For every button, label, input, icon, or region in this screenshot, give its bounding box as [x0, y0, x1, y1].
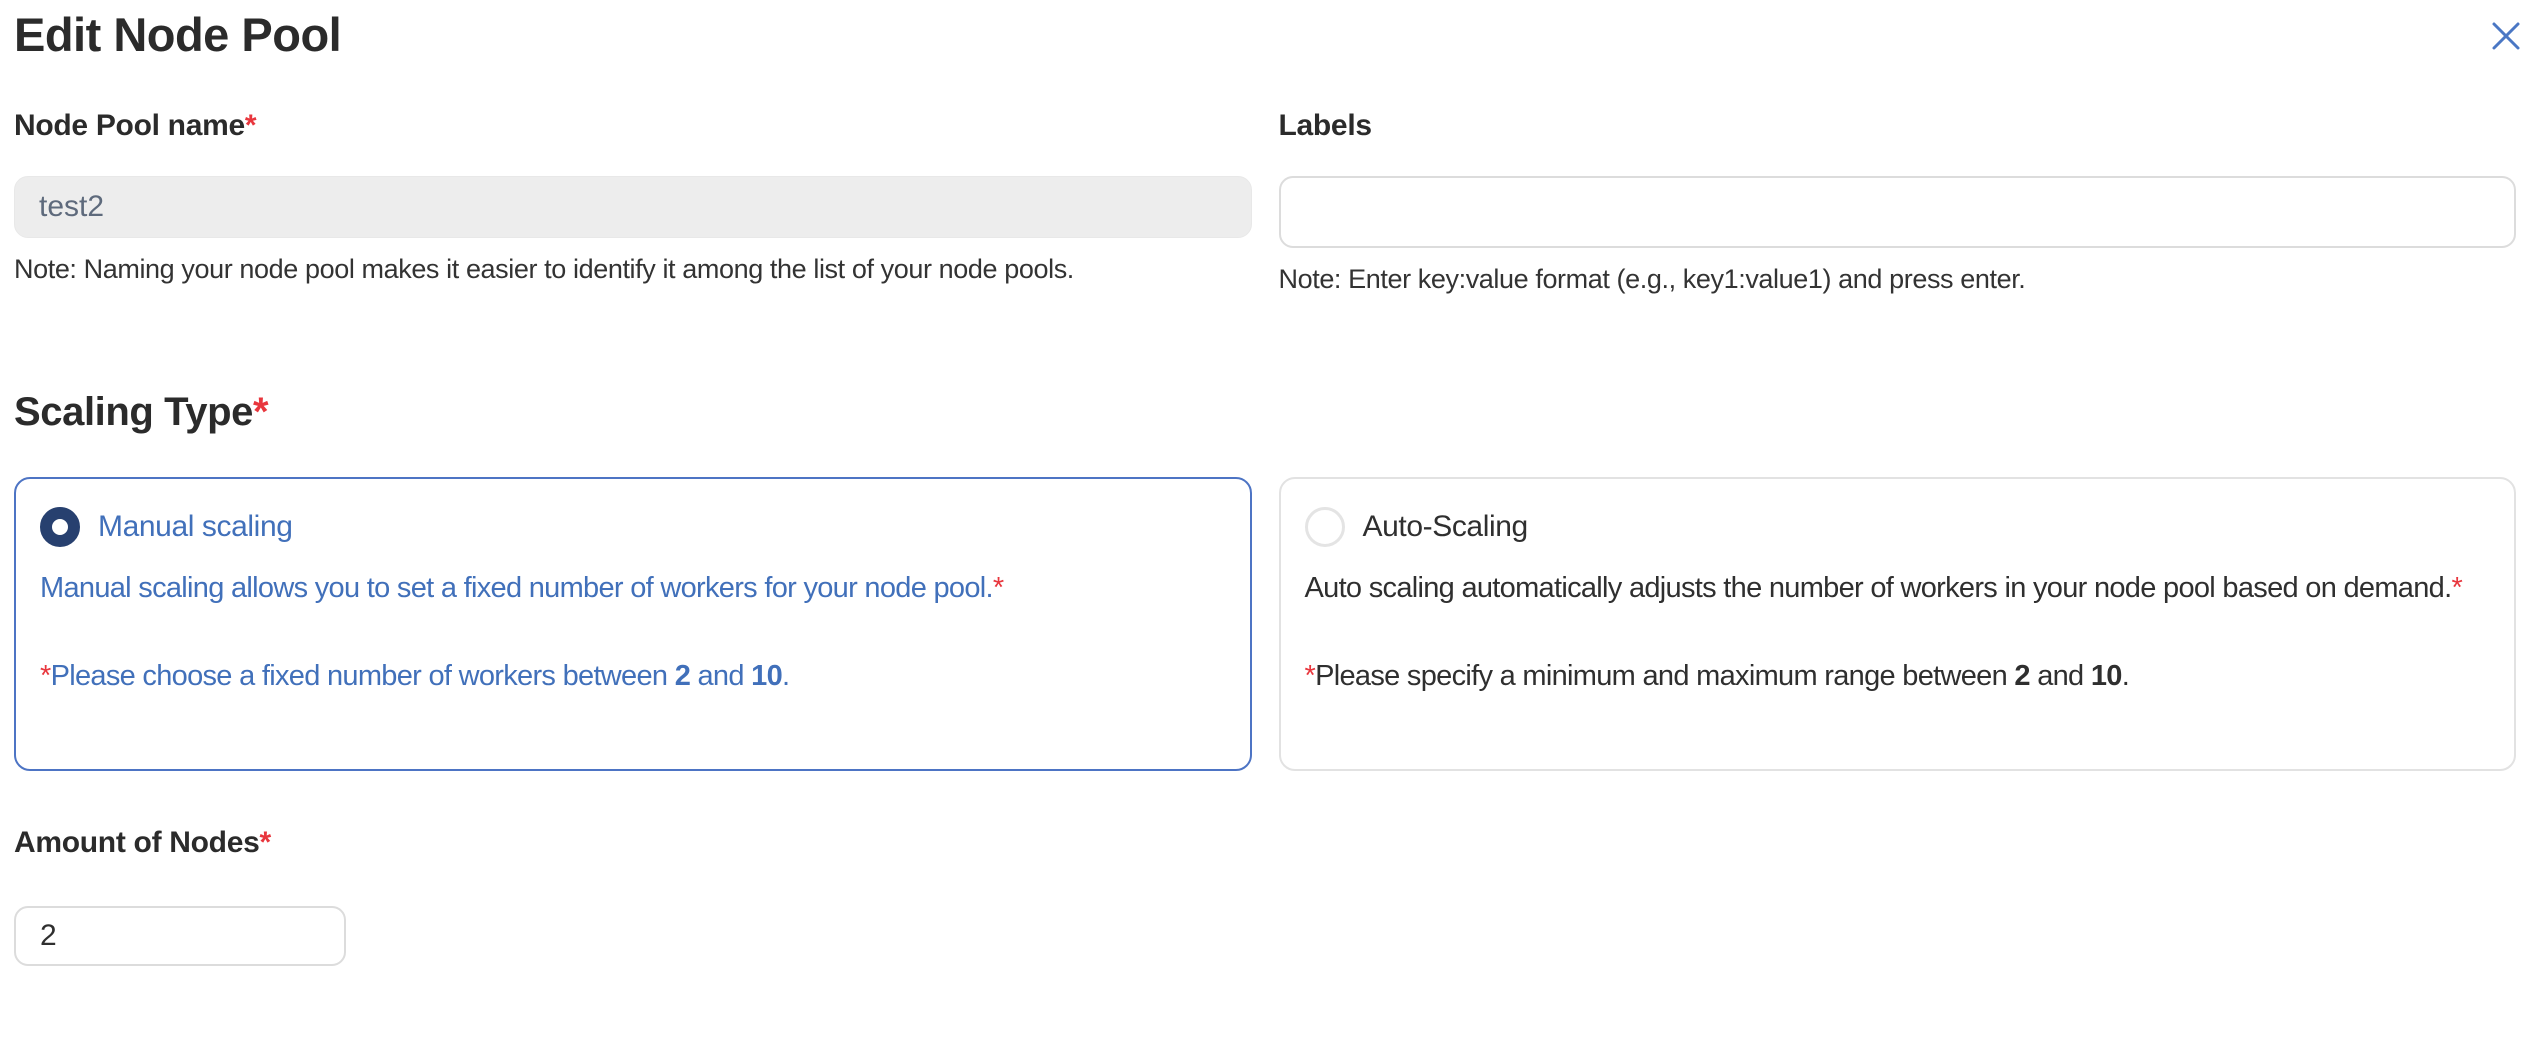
auto-scaling-radio-label: Auto-Scaling	[1363, 507, 1528, 547]
required-asterisk: *	[1305, 660, 1316, 692]
labels-note: Note: Enter key:value format (e.g., key1…	[1279, 262, 2517, 296]
node-pool-name-input[interactable]	[14, 176, 1252, 238]
close-button[interactable]	[2486, 16, 2526, 56]
required-asterisk: *	[259, 826, 270, 859]
max-range-value: 10	[2091, 660, 2122, 692]
required-asterisk: *	[40, 660, 51, 692]
labels-field: Labels Note: Enter key:value format (e.g…	[1279, 108, 2517, 296]
scaling-options-row: Manual scaling Manual scaling allows you…	[14, 477, 2516, 771]
max-workers-value: 10	[751, 660, 782, 692]
manual-scaling-radio-label: Manual scaling	[98, 507, 293, 547]
manual-scaling-radio-row: Manual scaling	[40, 507, 1220, 547]
min-workers-value: 2	[675, 660, 690, 692]
required-asterisk: *	[993, 572, 1004, 604]
labels-label: Labels	[1279, 108, 2517, 144]
required-asterisk: *	[2451, 572, 2462, 604]
required-asterisk: *	[245, 109, 256, 142]
manual-scaling-constraint: *Please choose a fixed number of workers…	[40, 654, 1220, 698]
amount-of-nodes-input[interactable]	[14, 906, 346, 966]
page-title: Edit Node Pool	[14, 8, 2516, 62]
node-pool-name-field: Node Pool name* Note: Naming your node p…	[14, 108, 1252, 296]
required-asterisk: *	[253, 390, 268, 434]
manual-scaling-description: Manual scaling allows you to set a fixed…	[40, 566, 1220, 610]
amount-of-nodes-label: Amount of Nodes*	[14, 825, 2516, 861]
close-icon	[2490, 20, 2522, 52]
auto-scaling-description: Auto scaling automatically adjusts the n…	[1305, 566, 2485, 610]
auto-scaling-radio-unselected[interactable]	[1305, 507, 1345, 547]
min-range-value: 2	[2014, 660, 2029, 692]
node-pool-name-note: Note: Naming your node pool makes it eas…	[14, 252, 1252, 286]
manual-scaling-radio-selected[interactable]	[40, 507, 80, 547]
auto-scaling-radio-row: Auto-Scaling	[1305, 507, 2485, 547]
manual-scaling-option-card[interactable]: Manual scaling Manual scaling allows you…	[14, 477, 1252, 771]
auto-scaling-option-card[interactable]: Auto-Scaling Auto scaling automatically …	[1279, 477, 2517, 771]
fields-row: Node Pool name* Note: Naming your node p…	[14, 108, 2516, 296]
edit-node-pool-modal: Edit Node Pool Node Pool name* Note: Nam…	[0, 0, 2540, 1040]
labels-input[interactable]	[1279, 176, 2517, 248]
scaling-type-heading: Scaling Type*	[14, 388, 2516, 436]
auto-scaling-constraint: *Please specify a minimum and maximum ra…	[1305, 654, 2485, 698]
node-pool-name-label: Node Pool name*	[14, 108, 1252, 144]
